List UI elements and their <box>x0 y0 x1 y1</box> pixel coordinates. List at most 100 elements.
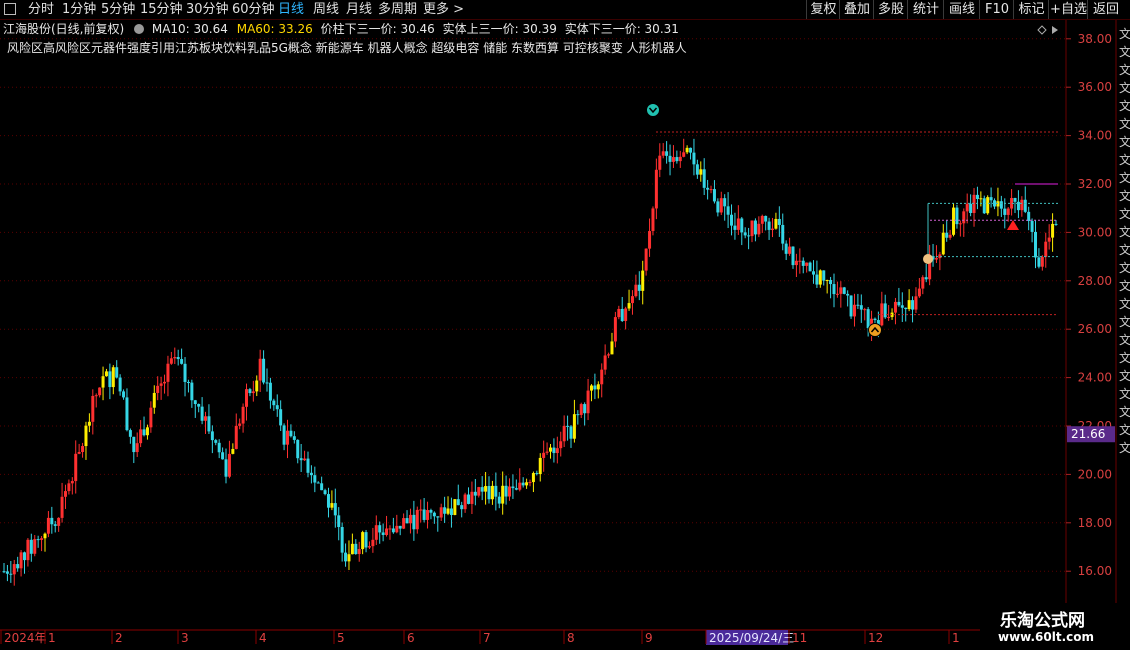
candle-body <box>528 482 532 484</box>
period-tab[interactable]: 60分钟 <box>232 1 275 18</box>
candle-body <box>224 459 228 477</box>
toolbar-button[interactable]: 多股 <box>873 0 908 19</box>
time-tick-label: 2 <box>115 631 123 645</box>
candle-body <box>388 528 392 530</box>
toolbar-button[interactable]: +自选 <box>1048 0 1088 19</box>
time-tick-label: 11 <box>792 631 807 645</box>
candle-body <box>822 270 826 281</box>
signal-markers <box>646 25 1058 337</box>
candle-body <box>873 318 877 321</box>
menu-icon[interactable] <box>4 3 16 15</box>
price-tick-label: 32.00 <box>1078 177 1112 191</box>
candle-body <box>753 220 757 235</box>
candle-body <box>152 392 156 408</box>
candle-body <box>347 554 351 562</box>
candle-body <box>9 573 13 575</box>
period-tab[interactable]: 多周期 <box>378 1 417 18</box>
candle-body <box>917 288 921 297</box>
candle-body <box>774 218 778 229</box>
toolbar-button[interactable]: F10 <box>979 0 1014 19</box>
price-tick-label: 18.00 <box>1078 516 1112 530</box>
period-tab[interactable]: 15分钟 <box>140 1 183 18</box>
scroll-icons[interactable] <box>1037 25 1058 35</box>
side-glyph: 文 <box>1119 242 1130 257</box>
period-tab[interactable]: 日线 <box>278 1 304 18</box>
candle-body <box>139 429 143 444</box>
candle-body <box>771 228 775 230</box>
candle-body <box>262 358 266 383</box>
period-tab[interactable]: 月线 <box>346 1 372 18</box>
toolbar-button[interactable]: 标记 <box>1013 0 1049 19</box>
candle-body <box>159 383 163 386</box>
candle-body <box>972 194 976 213</box>
candle-body <box>309 472 313 476</box>
candle-body <box>924 277 928 280</box>
time-tick-label: 7 <box>483 631 491 645</box>
candle-body <box>405 518 409 524</box>
candle-body <box>723 198 727 207</box>
candle-body <box>818 270 822 285</box>
period-tab[interactable]: 分时 <box>28 1 54 18</box>
candle-body <box>142 429 146 436</box>
candle-body <box>391 528 395 533</box>
candle-body <box>275 405 279 410</box>
toolbar-button[interactable]: 统计 <box>907 0 944 19</box>
candle-body <box>1003 208 1007 215</box>
toolbar-button[interactable]: 叠加 <box>839 0 874 19</box>
candle-body <box>323 490 327 495</box>
candle-body <box>661 151 665 156</box>
candle-body <box>169 358 173 364</box>
candle-body <box>641 270 645 291</box>
candle-body <box>596 384 600 390</box>
candle-body <box>798 260 802 262</box>
time-tick-label: 6 <box>407 631 415 645</box>
concept-tags: 风险区高风险区元器件强度引用江苏板块饮料乳品5G概念 新能源车 机器人概念 超级… <box>7 41 687 55</box>
candle-body <box>245 389 249 407</box>
candle-body <box>292 436 296 440</box>
candle-body <box>555 448 559 454</box>
candle-body <box>883 303 887 318</box>
candle-body <box>562 425 566 442</box>
candle-body <box>548 447 552 452</box>
candle-body <box>566 425 570 427</box>
period-tab[interactable]: 更多 > <box>423 1 464 18</box>
candle-body <box>941 232 945 255</box>
candle-body <box>180 359 184 364</box>
candle-body <box>163 381 167 384</box>
candle-body <box>525 482 529 486</box>
buy-signal-icon <box>868 323 882 337</box>
candle-body <box>538 457 542 475</box>
candle-body <box>781 224 785 244</box>
kline-chart[interactable]: 38.00 36.00 34.00 32.00 30.00 28.00 26.00 24.00… <box>0 0 1130 650</box>
candle-body <box>77 451 81 454</box>
side-glyph: 文 <box>1119 224 1130 239</box>
candle-body <box>671 157 675 162</box>
candle-body <box>624 308 628 321</box>
candle-body <box>1023 199 1027 212</box>
side-glyph: 文 <box>1119 314 1130 329</box>
candle-body <box>914 296 918 310</box>
candle-body <box>907 300 911 310</box>
toolbar-button[interactable]: 复权 <box>806 0 840 19</box>
toolbar-button[interactable]: 返回 <box>1087 0 1124 19</box>
candle-body <box>699 169 703 175</box>
candle-body <box>634 284 638 297</box>
candle-body <box>760 215 764 224</box>
period-tab[interactable]: 1分钟 <box>62 1 96 18</box>
candle-body <box>422 509 426 520</box>
candle-body <box>897 301 901 306</box>
candle-body <box>952 207 956 235</box>
candle-body <box>361 532 365 550</box>
candle-body <box>692 152 696 165</box>
toolbar-button[interactable]: 画线 <box>943 0 980 19</box>
period-tab[interactable]: 5分钟 <box>101 1 135 18</box>
candle-body <box>186 381 190 383</box>
settings-icon[interactable] <box>134 24 145 34</box>
period-tab[interactable]: 周线 <box>313 1 339 18</box>
candle-body <box>487 486 491 500</box>
period-tab[interactable]: 30分钟 <box>186 1 229 18</box>
candle-body <box>145 427 149 436</box>
side-glyph: 文 <box>1119 62 1130 77</box>
candle-body <box>217 442 221 453</box>
candle-body <box>303 458 307 461</box>
